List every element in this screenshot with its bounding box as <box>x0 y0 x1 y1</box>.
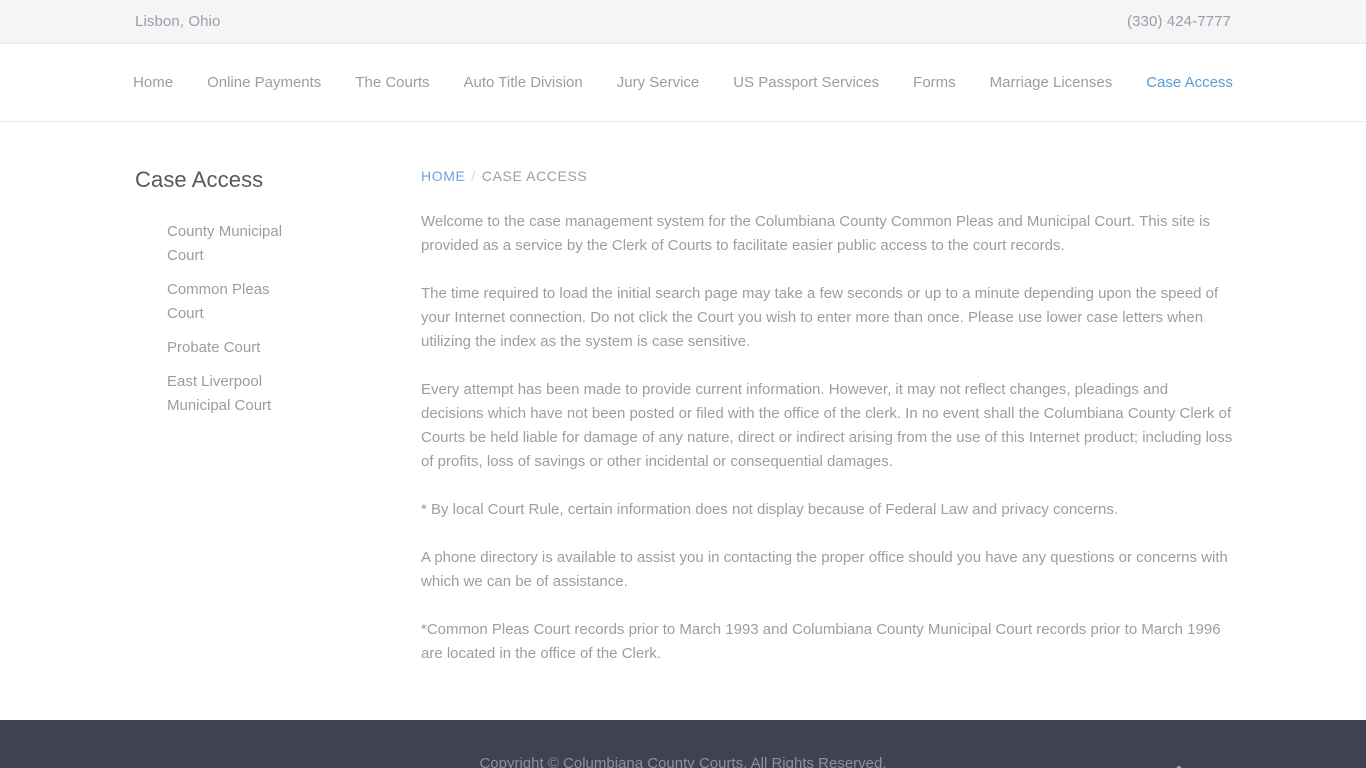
copyright-text: Copyright © Columbiana County Courts. Al… <box>479 755 887 768</box>
nav-item-us-passport-services[interactable]: US Passport Services <box>716 73 896 93</box>
sidebar-list-item: East Liverpool Municipal Court <box>167 370 391 418</box>
body-paragraph: *Common Pleas Court records prior to Mar… <box>421 621 1221 662</box>
body-paragraph: * By local Court Rule, certain informati… <box>421 501 1119 518</box>
nav-item-case-access[interactable]: Case Access <box>1129 73 1250 93</box>
sidebar-menu: County Municipal Court Common Pleas Court… <box>135 220 391 418</box>
chevron-up-icon <box>1166 764 1192 768</box>
location-text: Lisbon, Ohio <box>135 13 221 30</box>
sidebar-item-common-pleas-court[interactable]: Common Pleas Court <box>167 278 297 326</box>
nav-item-forms[interactable]: Forms <box>896 73 973 93</box>
breadcrumb-home-link[interactable]: HOME <box>421 168 465 184</box>
sidebar-list-item: Probate Court <box>167 336 391 360</box>
nav-item-the-courts[interactable]: The Courts <box>338 73 446 93</box>
phone-number[interactable]: (330) 424-7777 <box>1127 13 1231 30</box>
nav-item-jury-service[interactable]: Jury Service <box>600 73 717 93</box>
nav-item-home[interactable]: Home <box>116 73 190 93</box>
site-footer: Copyright © Columbiana County Courts. Al… <box>0 720 1366 768</box>
sidebar-item-east-liverpool-municipal-court[interactable]: East Liverpool Municipal Court <box>167 370 297 418</box>
sidebar-item-county-municipal-court[interactable]: County Municipal Court <box>167 220 297 268</box>
body-paragraph: Welcome to the case management system fo… <box>421 213 1210 254</box>
sidebar-list-item: County Municipal Court <box>167 220 391 268</box>
page-root: Lisbon, Ohio (330) 424-7777 Home Online P… <box>0 0 1366 768</box>
body-paragraph: A phone directory is available to assist… <box>421 549 1228 590</box>
page-body-text: Welcome to the case management system fo… <box>421 210 1233 666</box>
body-paragraph: Every attempt has been made to provide c… <box>421 381 1233 470</box>
main-navigation: Home Online Payments The Courts Auto Title … <box>116 73 1250 93</box>
breadcrumb-separator: / <box>471 168 476 184</box>
content-area: Case Access County Municipal Court Common… <box>133 122 1233 666</box>
breadcrumb: HOME / CASE ACCESS <box>421 166 1233 186</box>
main-column: HOME / CASE ACCESS Welcome to the case man… <box>391 166 1233 666</box>
scroll-to-top-button[interactable] <box>1166 764 1192 768</box>
top-info-bar-inner: Lisbon, Ohio (330) 424-7777 <box>133 13 1233 30</box>
site-header: Home Online Payments The Courts Auto Title … <box>0 44 1366 122</box>
body-paragraph: The time required to load the initial se… <box>421 285 1219 350</box>
sidebar-item-probate-court[interactable]: Probate Court <box>167 336 297 360</box>
nav-item-marriage-licenses[interactable]: Marriage Licenses <box>973 73 1130 93</box>
sidebar: Case Access County Municipal Court Common… <box>133 166 391 666</box>
breadcrumb-current: CASE ACCESS <box>481 168 588 184</box>
nav-item-auto-title-division[interactable]: Auto Title Division <box>447 73 600 93</box>
nav-item-online-payments[interactable]: Online Payments <box>190 73 338 93</box>
sidebar-list-item: Common Pleas Court <box>167 278 391 326</box>
top-info-bar: Lisbon, Ohio (330) 424-7777 <box>0 0 1366 44</box>
sidebar-title: Case Access <box>135 167 264 192</box>
